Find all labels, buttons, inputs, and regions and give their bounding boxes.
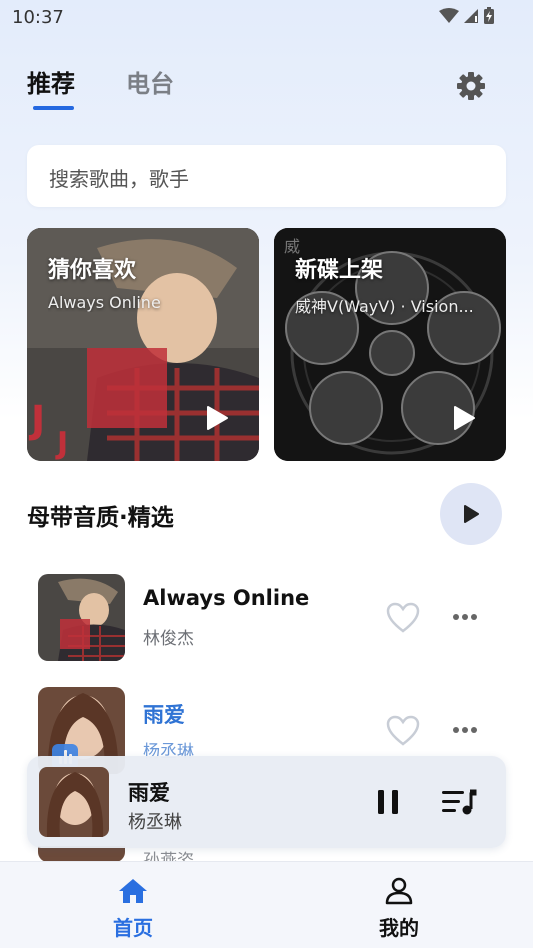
card-title: 猜你喜欢 [48,258,137,283]
heart-icon[interactable] [386,602,420,634]
play-all-button[interactable] [440,483,502,545]
nav-label: 我的 [379,916,419,940]
tab-recommend[interactable]: 推荐 [27,64,75,99]
song-cover [38,574,125,661]
mini-player-cover [39,767,109,837]
card-subtitle: 威神V(WayV) · Vision... [295,297,474,316]
svg-text:J: J [55,426,68,461]
song-title: Always Online [143,586,310,610]
heart-icon[interactable] [386,715,420,747]
mini-player[interactable]: 雨爱 杨丞琳 [27,756,506,848]
play-icon[interactable] [205,405,229,431]
card-subtitle: Always Online [48,293,161,312]
section-title: 母带音质·精选 [27,505,174,531]
person-icon [385,877,413,905]
status-icons [439,7,495,25]
mini-player-title: 雨爱 [128,781,170,805]
status-bar: 10:37 [0,0,533,38]
album-art-image [39,767,109,837]
home-icon [119,879,147,903]
more-icon[interactable] [452,725,478,735]
play-icon [464,505,479,523]
svg-text:J: J [28,398,45,442]
pause-icon[interactable] [376,789,400,815]
song-row[interactable]: Always Online 林俊杰 [0,574,533,674]
play-icon[interactable] [452,405,476,431]
nav-label: 首页 [113,916,153,940]
cell-signal-icon [464,9,478,23]
card-new-albums[interactable]: 威 新碟上架 威神V(WayV) · Vision... [274,228,506,461]
status-time: 10:37 [12,7,64,28]
more-icon[interactable] [452,612,478,622]
nav-me[interactable]: 我的 [266,862,532,948]
wifi-icon [439,8,459,23]
card-guess-you-like[interactable]: J J 猜你喜欢 Always Online [27,228,259,461]
song-artist: 林俊杰 [143,629,194,649]
song-cover [38,846,125,862]
tab-radio[interactable]: 电台 [126,64,174,99]
bottom-nav: 首页 我的 [0,861,533,948]
search-placeholder: 搜索歌曲，歌手 [49,167,189,191]
search-input[interactable]: 搜索歌曲，歌手 [27,145,506,207]
song-title: 雨爱 [143,703,185,727]
active-tab-indicator [33,106,74,110]
playlist-icon[interactable] [441,788,477,816]
nav-home[interactable]: 首页 [0,862,266,948]
album-art-image [38,574,125,661]
card-title: 新碟上架 [295,258,384,283]
battery-icon [484,7,494,24]
gear-icon[interactable] [455,70,487,102]
mini-player-artist: 杨丞琳 [128,812,182,833]
